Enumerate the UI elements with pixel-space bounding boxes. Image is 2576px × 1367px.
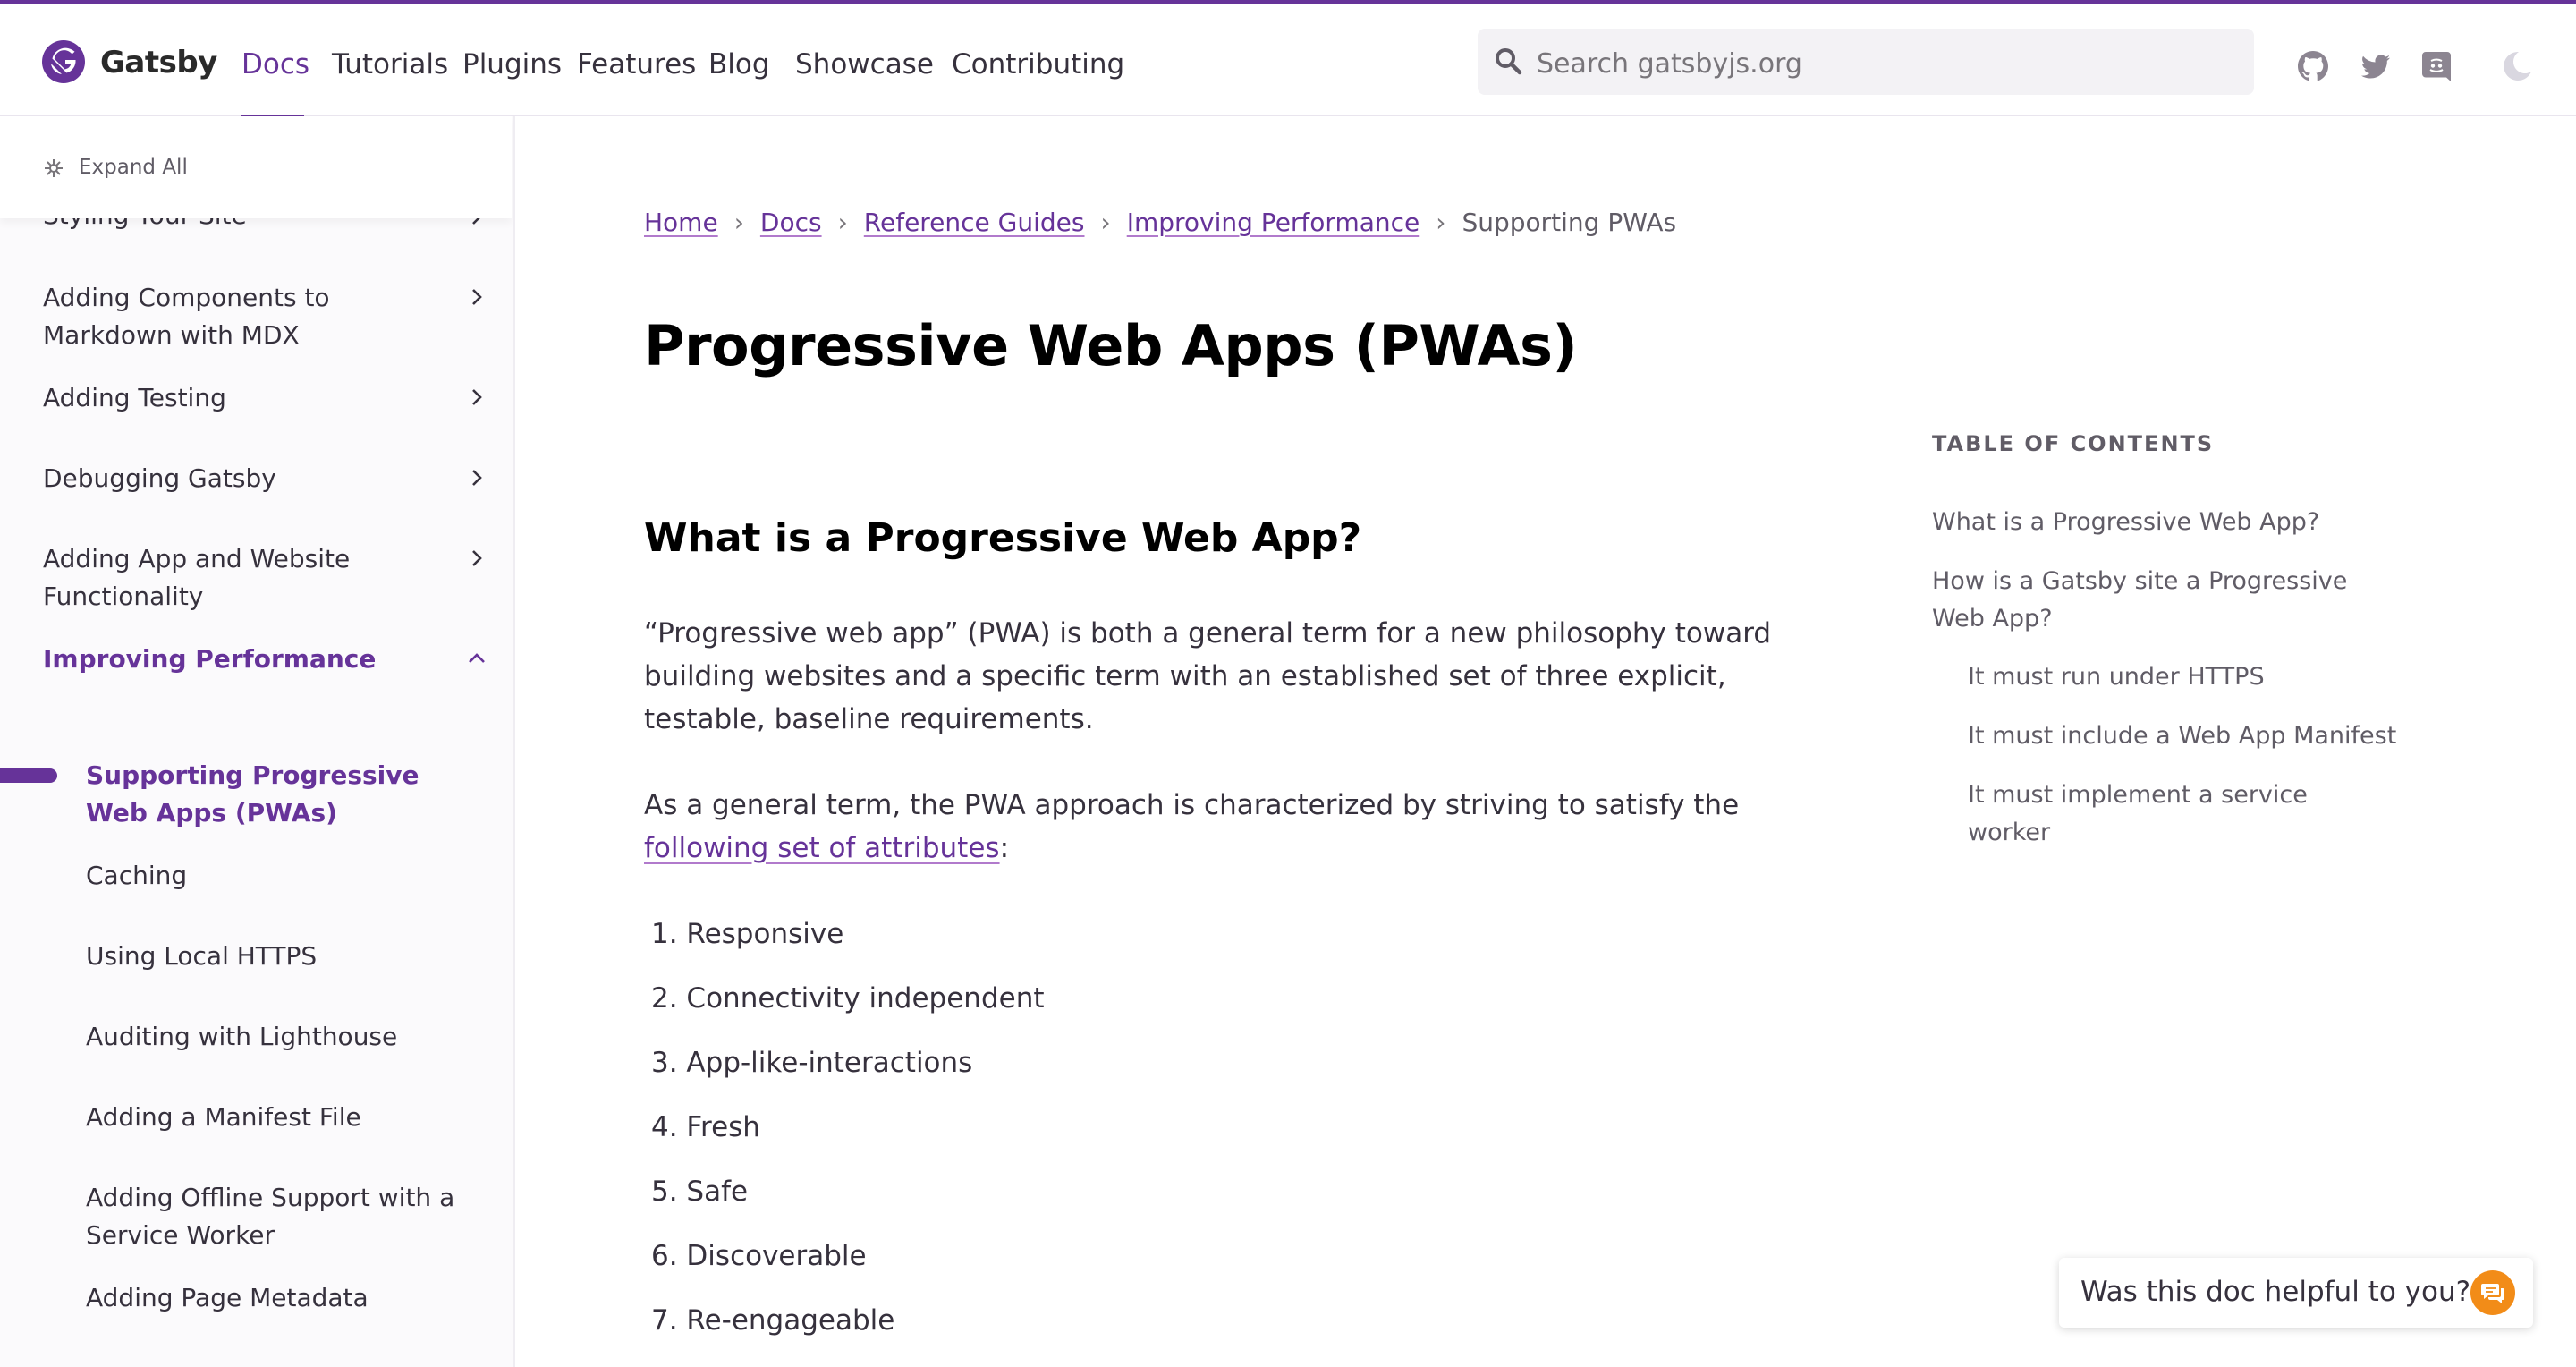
chevron-right-icon[interactable] [467, 287, 487, 307]
toc-item[interactable]: What is a Progressive Web App? [1932, 504, 2379, 541]
breadcrumb-separator: › [1436, 208, 1446, 237]
sidebar-item-local-https[interactable]: Using Local HTTPS [86, 938, 462, 975]
list-item: 7. Re-engageable [651, 1304, 895, 1337]
sidebar-item-app-functionality[interactable]: Adding App and Website Functionality [43, 540, 392, 616]
breadcrumb-improving-performance[interactable]: Improving Performance [1127, 208, 1420, 237]
search-icon [1496, 48, 1522, 75]
search-input[interactable]: Search gatsbyjs.org [1478, 29, 2254, 95]
nav-blog[interactable]: Blog [708, 48, 770, 81]
chevron-right-icon[interactable] [467, 387, 487, 407]
approach-text: As a general term, the PWA approach is c… [644, 789, 1740, 821]
chevron-right-icon[interactable] [467, 548, 487, 568]
breadcrumb-separator: › [837, 208, 848, 237]
dark-mode-icon[interactable] [2499, 48, 2535, 84]
list-item: 6. Discoverable [651, 1240, 867, 1272]
twitter-icon[interactable] [2358, 48, 2394, 84]
breadcrumb-separator: › [1100, 208, 1111, 237]
sidebar-item-page-metadata[interactable]: Adding Page Metadata [86, 1279, 462, 1317]
brand-name[interactable]: Gatsby [100, 45, 217, 81]
chevron-right-icon[interactable] [467, 468, 487, 488]
nav-plugins[interactable]: Plugins [462, 48, 562, 81]
feedback-widget[interactable]: Was this doc helpful to you? [2059, 1258, 2533, 1328]
page-title: Progressive Web Apps (PWAs) [644, 313, 1578, 378]
sidebar-item-debugging-gatsby[interactable]: Debugging Gatsby [43, 460, 445, 497]
nav-docs[interactable]: Docs [242, 48, 309, 81]
expand-icon [45, 159, 63, 177]
chevron-up-icon[interactable] [467, 649, 487, 668]
toc-title: TABLE OF CONTENTS [1932, 431, 2215, 456]
docs-sidebar: Expand All Styling Your Site Adding Comp… [0, 116, 515, 1367]
nav-showcase[interactable]: Showcase [795, 48, 934, 81]
section-heading: What is a Progressive Web App? [644, 515, 1362, 561]
sidebar-item-adding-testing[interactable]: Adding Testing [43, 379, 445, 417]
toc-item[interactable]: It must run under HTTPS [1968, 658, 2397, 696]
search-placeholder: Search gatsbyjs.org [1537, 48, 1802, 80]
github-icon[interactable] [2295, 48, 2331, 84]
sidebar-item-mdx[interactable]: Adding Components to Markdown with MDX [43, 279, 445, 354]
breadcrumb-current: Supporting PWAs [1462, 208, 1677, 237]
breadcrumb-docs[interactable]: Docs [760, 208, 822, 237]
intro-paragraph: “Progressive web app” (PWA) is both a ge… [644, 617, 1772, 735]
toc-item[interactable]: It must implement a service worker [1968, 777, 2397, 852]
expand-all-button[interactable]: Expand All [0, 116, 512, 218]
sidebar-item-improving-performance[interactable]: Improving Performance [43, 641, 445, 678]
breadcrumb-reference-guides[interactable]: Reference Guides [864, 208, 1085, 237]
sidebar-item-offline-support[interactable]: Adding Offline Support with a Service Wo… [86, 1179, 462, 1254]
breadcrumb-separator: › [733, 208, 744, 237]
discord-icon[interactable] [2419, 48, 2454, 84]
gatsby-logo-icon[interactable] [41, 39, 86, 84]
expand-all-label: Expand All [79, 156, 188, 179]
active-page-indicator [0, 768, 57, 783]
list-item: 2. Connectivity independent [651, 982, 1045, 1015]
approach-paragraph: As a general term, the PWA approach is c… [644, 784, 1852, 870]
nav-tutorials[interactable]: Tutorials [332, 48, 448, 81]
list-item: 1. Responsive [651, 918, 844, 950]
chat-glyph [2481, 1284, 2504, 1303]
attributes-link[interactable]: following set of attributes [644, 832, 1000, 864]
approach-colon: : [999, 832, 1010, 864]
nav-features[interactable]: Features [577, 48, 696, 81]
nav-contributing[interactable]: Contributing [952, 48, 1124, 81]
site-header: Gatsby Docs Tutorials Plugins Features B… [0, 4, 2576, 118]
list-item: 5. Safe [651, 1176, 749, 1208]
list-item: 4. Fresh [651, 1111, 760, 1143]
toc-item[interactable]: How is a Gatsby site a Progressive Web A… [1932, 563, 2397, 638]
sidebar-item-caching[interactable]: Caching [86, 857, 462, 895]
sidebar-item-supporting-pwas[interactable]: Supporting Progressive Web Apps (PWAs) [86, 757, 462, 832]
sidebar-item-manifest[interactable]: Adding a Manifest File [86, 1099, 462, 1136]
sidebar-item-lighthouse[interactable]: Auditing with Lighthouse [86, 1018, 462, 1056]
feedback-label: Was this doc helpful to you? [2080, 1276, 2471, 1308]
breadcrumb: Home › Docs › Reference Guides › Improving Per… [644, 208, 1676, 237]
chat-bubble-icon[interactable] [2470, 1270, 2515, 1315]
list-item: 3. App-like-interactions [651, 1047, 973, 1079]
toc-item[interactable]: It must include a Web App Manifest [1968, 717, 2397, 755]
breadcrumb-home[interactable]: Home [644, 208, 718, 237]
